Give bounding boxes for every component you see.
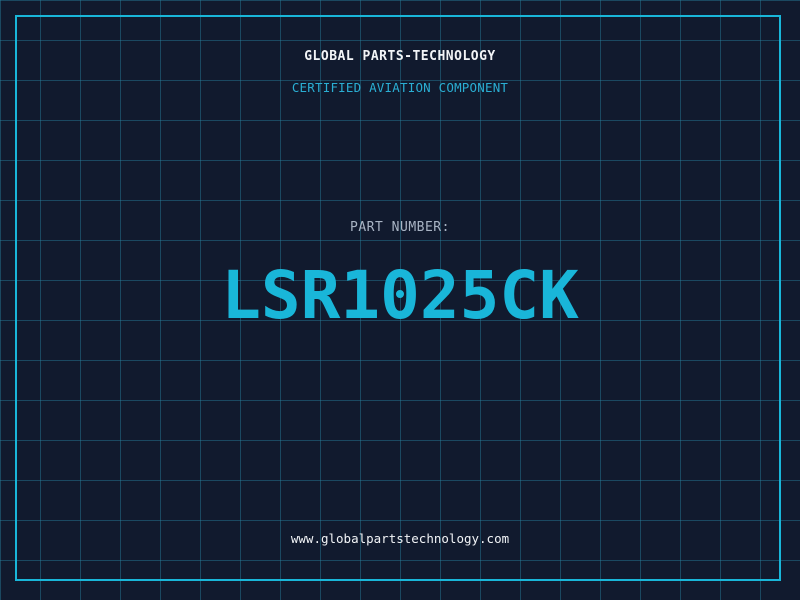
part-number-value: LSR1025CK xyxy=(221,257,579,334)
part-number-label: PART NUMBER: xyxy=(350,220,450,235)
brand-tagline: CERTIFIED AVIATION COMPONENT xyxy=(291,80,509,95)
part-label-card: GLOBAL PARTS-TECHNOLOGY CERTIFIED AVIATI… xyxy=(0,0,800,600)
website-url: www.globalpartstechnology.com xyxy=(290,531,510,546)
brand-name: GLOBAL PARTS-TECHNOLOGY xyxy=(304,49,496,64)
